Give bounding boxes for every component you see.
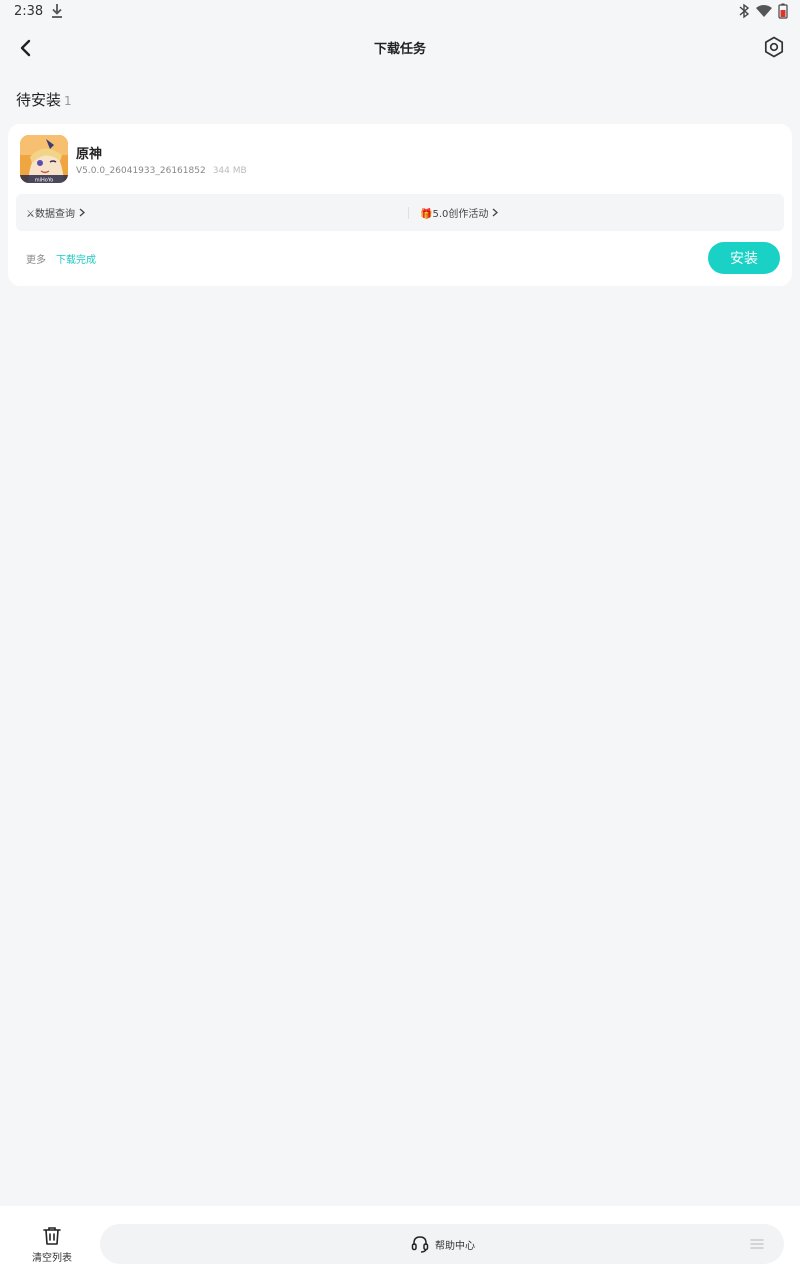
section-title: 待安装 bbox=[16, 91, 62, 109]
help-center-button[interactable]: 帮助中心 bbox=[411, 1235, 475, 1253]
section-count: 1 bbox=[64, 94, 72, 108]
menu-icon[interactable] bbox=[750, 1238, 764, 1250]
download-task-card: miHoYo 原神 V5.0.0_26041933_26161852 344 MB… bbox=[8, 124, 792, 286]
event-link[interactable]: 🎁5.0创作活动 bbox=[420, 194, 499, 231]
download-status: 下载完成 bbox=[56, 255, 96, 266]
event-label: 🎁5.0创作活动 bbox=[420, 209, 489, 220]
help-center-bar[interactable]: 帮助中心 bbox=[100, 1224, 784, 1264]
help-center-label: 帮助中心 bbox=[435, 1240, 475, 1252]
clear-list-label: 清空列表 bbox=[32, 1253, 72, 1264]
status-time: 2:38 bbox=[14, 4, 44, 19]
download-icon bbox=[52, 4, 62, 18]
download-tasks-page: 2:38 下载任务 待安装 1 miHoYo 原神 V5.0.0_2604193… bbox=[0, 0, 800, 1280]
trash-icon bbox=[43, 1227, 61, 1245]
section-header: 待安装 1 bbox=[16, 89, 72, 110]
page-title: 下载任务 bbox=[373, 42, 426, 57]
bottom-bar: 清空列表 帮助中心 bbox=[0, 1206, 800, 1280]
app-name: 原神 bbox=[76, 147, 103, 162]
wifi-icon bbox=[756, 5, 772, 17]
link-divider bbox=[408, 207, 409, 219]
headset-icon bbox=[411, 1236, 429, 1253]
data-query-link[interactable]: ⚔数据查询 bbox=[26, 194, 85, 231]
game-avatar-icon: miHoYo bbox=[20, 135, 68, 183]
data-query-label: ⚔数据查询 bbox=[26, 209, 75, 220]
status-icons bbox=[738, 3, 788, 19]
status-bar: 2:38 bbox=[0, 0, 800, 24]
clear-list-button[interactable]: 清空列表 bbox=[24, 1226, 80, 1266]
battery-icon bbox=[778, 3, 788, 19]
more-button[interactable]: 更多 bbox=[26, 251, 46, 266]
chevron-right-icon bbox=[492, 208, 499, 217]
settings-icon[interactable] bbox=[762, 35, 786, 59]
top-bar: 下载任务 bbox=[0, 24, 800, 70]
app-version: V5.0.0_26041933_26161852 bbox=[76, 166, 206, 176]
app-version-info: V5.0.0_26041933_26161852 344 MB bbox=[76, 166, 247, 176]
app-icon[interactable]: miHoYo bbox=[20, 135, 68, 183]
app-size: 344 MB bbox=[212, 166, 247, 176]
chevron-right-icon bbox=[79, 208, 85, 217]
install-button[interactable]: 安装 bbox=[708, 242, 780, 274]
publisher-logo: miHoYo bbox=[35, 178, 54, 184]
app-links-row: ⚔数据查询 🎁5.0创作活动 bbox=[16, 194, 784, 231]
bluetooth-icon bbox=[739, 3, 750, 19]
